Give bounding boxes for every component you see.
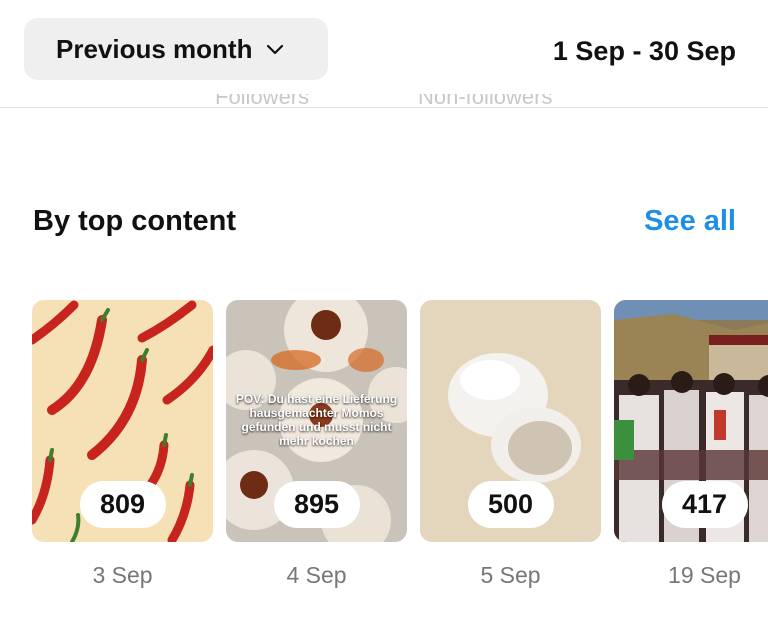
period-selector-button[interactable]: Previous month xyxy=(24,18,328,80)
post-date: 5 Sep xyxy=(480,562,541,588)
header: Previous month 1 Sep - 30 Sep Followers … xyxy=(0,0,768,110)
views-count: 895 xyxy=(273,481,360,528)
content-card[interactable]: 500 xyxy=(420,300,601,542)
post-caption-overlay: POV: Du hast eine Lieferung hausgemachte… xyxy=(235,392,398,448)
non-followers-label: Non-followers xyxy=(418,94,553,109)
post-date: 3 Sep xyxy=(92,562,153,588)
views-count: 417 xyxy=(661,481,748,528)
post-date: 19 Sep xyxy=(668,562,741,588)
date-range: 1 Sep - 30 Sep xyxy=(552,36,736,66)
see-all-link[interactable]: See all xyxy=(644,205,736,238)
scrolled-stats-row: Followers Non-followers xyxy=(0,94,768,110)
content-card[interactable]: POV: Du hast eine Lieferung hausgemachte… xyxy=(226,300,407,542)
content-card[interactable]: 417 xyxy=(614,300,768,542)
top-content-carousel[interactable]: 809 3 Sep POV: Du hast eine Lieferung ha… xyxy=(32,300,768,600)
content-card[interactable]: 809 xyxy=(32,300,213,542)
views-count: 500 xyxy=(467,481,554,528)
chevron-down-icon xyxy=(267,44,284,55)
followers-label: Followers xyxy=(215,94,310,109)
post-date: 4 Sep xyxy=(286,562,347,588)
section-title: By top content xyxy=(33,205,236,237)
period-label: Previous month xyxy=(56,33,253,64)
views-count: 809 xyxy=(79,481,166,528)
